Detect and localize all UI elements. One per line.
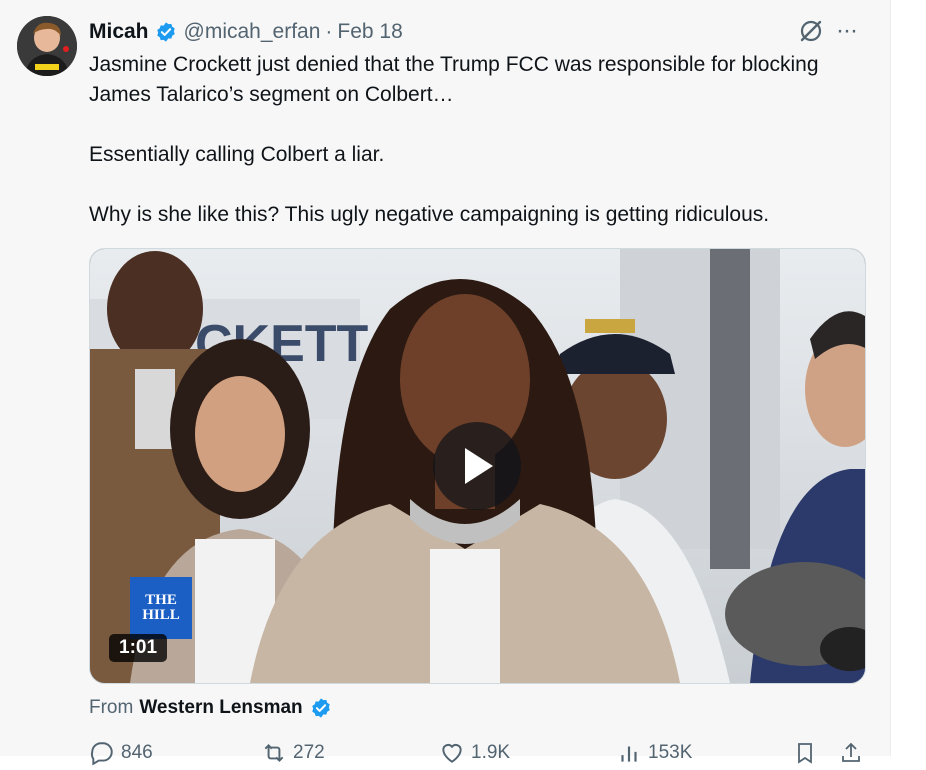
source-account-link[interactable]: Western Lensman [139,697,302,719]
post-paragraph: Essentially calling Colbert a liar. [89,143,385,166]
repost-icon [264,744,284,762]
post-paragraph: Why is she like this? This ugly negative… [89,203,770,226]
avatar-image [17,16,77,76]
reply-button[interactable]: 846 [89,740,153,766]
views-icon [621,746,637,762]
post-text: Jasmine Crockett just denied that the Tr… [89,50,849,230]
author-name[interactable]: Micah [89,20,149,44]
grok-icon[interactable] [798,18,824,44]
header-separator: · [325,20,333,43]
the-hill-logo: THE HILL [130,577,192,639]
share-button[interactable] [839,740,869,766]
logo-line: HILL [142,607,180,623]
reply-icon [90,742,113,766]
repost-button[interactable]: 272 [261,740,325,766]
column-divider [890,0,891,756]
post-date[interactable]: Feb 18 [337,20,402,44]
video-player[interactable]: CKETT THE HILL 1:01 [89,248,866,684]
like-icon [442,743,462,763]
like-count: 1.9K [471,742,511,763]
bookmark-icon [798,743,812,764]
media-source: From Western Lensman [89,695,332,721]
author-avatar[interactable] [17,16,77,76]
views-count: 153K [648,742,693,763]
play-button[interactable] [433,422,521,510]
more-icon[interactable]: ··· [836,16,858,46]
share-icon [842,742,860,762]
like-button[interactable]: 1.9K [439,740,510,766]
views-button[interactable]: 153K [616,740,692,766]
video-duration: 1:01 [109,634,168,662]
post-header: Micah @micah_erfan · Feb 18 [89,17,403,47]
bookmark-button[interactable] [793,740,823,766]
play-icon [465,448,493,484]
source-from-label: From [89,697,134,718]
repost-count: 272 [293,742,325,763]
post-paragraph: Jasmine Crockett just denied that the Tr… [89,53,819,106]
author-handle[interactable]: @micah_erfan [184,20,321,44]
verified-badge-icon [155,21,177,43]
reply-count: 846 [121,742,153,763]
verified-badge-icon [310,697,332,719]
logo-line: THE [145,592,177,608]
post-actions: 846 272 1.9K 153K [89,740,864,770]
